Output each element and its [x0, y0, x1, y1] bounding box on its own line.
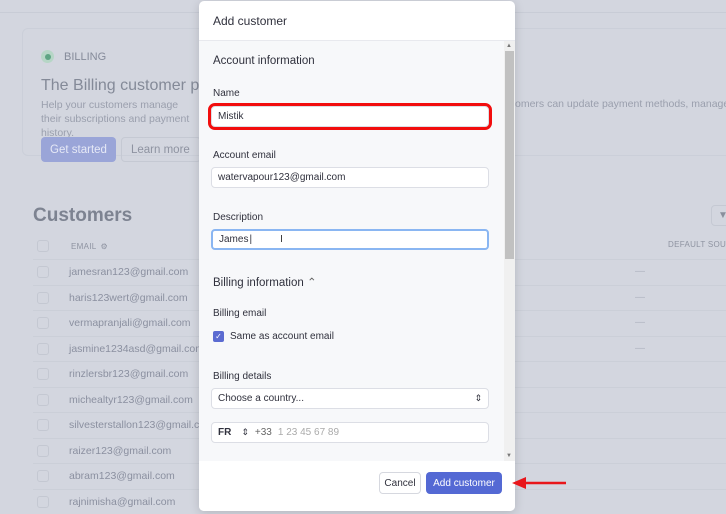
same-as-label: Same as account email: [230, 331, 334, 342]
customer-email: silvesterstallon123@gmail.com: [69, 419, 214, 431]
billing-details-label: Billing details: [213, 371, 271, 382]
billing-section-toggle[interactable]: Billing information ⌃: [213, 275, 317, 289]
checkmark-icon: ✓: [213, 331, 224, 342]
default-source-value: —: [635, 343, 645, 354]
add-customer-modal: Add customer Account information Name Mi…: [199, 1, 515, 511]
gear-icon[interactable]: ⚙: [101, 242, 108, 251]
customer-email: raizer123@gmail.com: [69, 445, 171, 457]
modal-footer: Cancel Add customer: [199, 461, 515, 511]
row-checkbox[interactable]: [37, 419, 49, 431]
description-input[interactable]: James|I: [211, 229, 489, 250]
row-checkbox[interactable]: [37, 343, 49, 355]
billing-badge: BILLING: [41, 50, 106, 63]
customer-email: abram123@gmail.com: [69, 470, 175, 482]
customer-email: michealtyr123@gmail.com: [69, 394, 193, 406]
row-checkbox[interactable]: [37, 368, 49, 380]
billing-section-title: Billing information: [213, 277, 304, 289]
row-checkbox[interactable]: [37, 292, 49, 304]
billing-label: BILLING: [64, 51, 106, 63]
email-label: Account email: [213, 150, 276, 161]
row-checkbox[interactable]: [37, 470, 49, 482]
row-checkbox[interactable]: [37, 496, 49, 508]
customer-email: vermapranjali@gmail.com: [69, 317, 191, 329]
description-value: James: [219, 234, 248, 245]
default-source-value: —: [635, 317, 645, 328]
modal-title: Add customer: [199, 1, 515, 41]
annotation-arrow-icon: [512, 474, 568, 492]
status-dot-icon: [41, 50, 54, 63]
chevron-updown-icon: ⇕: [241, 427, 249, 438]
phone-country[interactable]: FR: [218, 427, 231, 438]
same-as-account-checkbox[interactable]: ✓ Same as account email: [213, 331, 334, 342]
modal-scrollbar[interactable]: ▲▼: [504, 41, 515, 461]
phone-input[interactable]: FR ⇕ +33 1 23 45 67 89: [211, 422, 489, 443]
customer-email: rajnimisha@gmail.com: [69, 496, 175, 508]
text-cursor-icon: I: [280, 234, 283, 245]
portal-description: Help your customers manage their subscri…: [41, 98, 201, 140]
row-checkbox[interactable]: [37, 317, 49, 329]
phone-placeholder: 1 23 45 67 89: [278, 427, 339, 438]
customer-email: rinzlersbr123@gmail.com: [69, 368, 188, 380]
customer-email: jasmine1234asd@gmail.com: [69, 343, 204, 355]
add-customer-button[interactable]: Add customer: [426, 472, 502, 494]
name-label: Name: [213, 88, 240, 99]
row-checkbox[interactable]: [37, 394, 49, 406]
portal-description-right: omers can update payment methods, manage…: [515, 98, 726, 110]
col-email: EMAIL: [71, 242, 97, 251]
row-checkbox[interactable]: [37, 266, 49, 278]
chevron-up-icon: ⌃: [307, 277, 317, 289]
email-column-header: EMAIL ⚙: [37, 240, 108, 252]
country-select[interactable]: Choose a country... ⇕: [211, 388, 489, 409]
country-placeholder: Choose a country...: [218, 393, 304, 404]
col-default-source: DEFAULT SOURCE: [668, 240, 726, 249]
description-label: Description: [213, 212, 263, 223]
phone-code: +33: [255, 427, 272, 438]
filter-icon[interactable]: ▼: [711, 205, 726, 226]
default-source-value: —: [635, 266, 645, 277]
customers-title: Customers: [33, 205, 132, 227]
scrollbar-thumb[interactable]: [505, 51, 514, 259]
learn-more-button[interactable]: Learn more: [121, 137, 201, 162]
modal-body: Account information Name Mistik Account …: [199, 41, 504, 461]
billing-email-label: Billing email: [213, 308, 266, 319]
get-started-button[interactable]: Get started: [41, 137, 116, 162]
customer-email: jamesran123@gmail.com: [69, 266, 188, 278]
customer-email: haris123wert@gmail.com: [69, 292, 188, 304]
chevron-updown-icon: ⇕: [474, 393, 482, 404]
select-all-checkbox[interactable]: [37, 240, 49, 252]
default-source-value: —: [635, 292, 645, 303]
cancel-button[interactable]: Cancel: [379, 472, 421, 494]
account-email-input[interactable]: watervapour123@gmail.com: [211, 167, 489, 188]
name-input[interactable]: Mistik: [211, 106, 489, 127]
row-checkbox[interactable]: [37, 445, 49, 457]
account-section-title: Account information: [213, 55, 315, 67]
